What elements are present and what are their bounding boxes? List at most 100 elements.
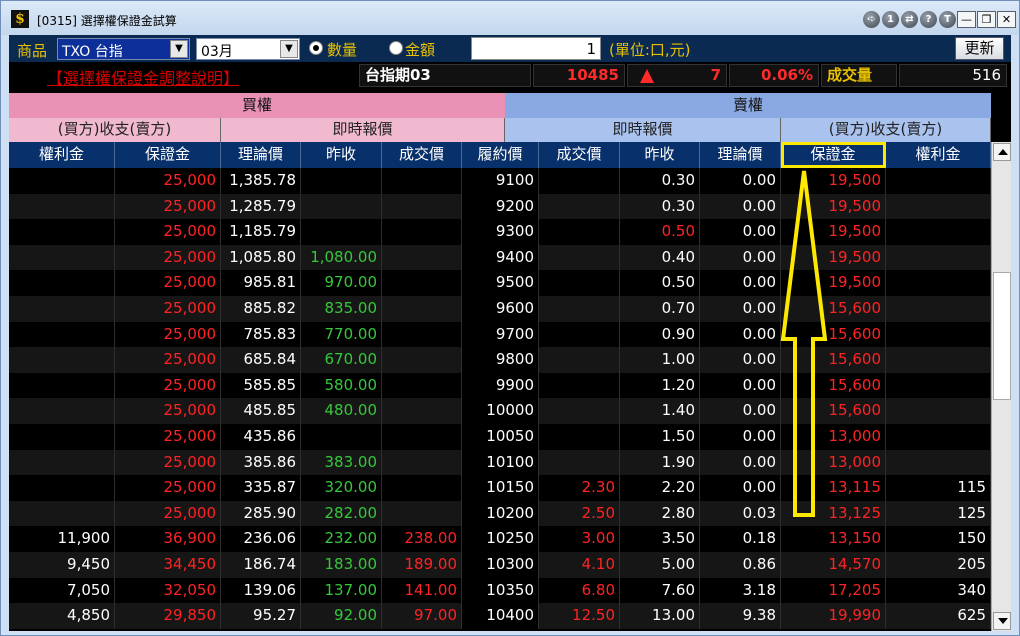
cell-call-margin: 36,900 — [115, 526, 221, 552]
col-header-call-last[interactable]: 成交價 — [382, 142, 462, 168]
cell-strike: 9600 — [462, 296, 539, 322]
cell-call-margin: 25,000 — [115, 321, 221, 348]
col-header-call-margin[interactable]: 保證金 — [115, 142, 221, 168]
cell-put-margin: 15,600 — [781, 398, 886, 424]
cell-put-last — [539, 219, 620, 245]
cell-put-theoretical: 3.18 — [700, 577, 781, 604]
month-select[interactable]: 03月 ▼ — [196, 38, 300, 60]
cell-put-last — [539, 193, 620, 220]
cell-put-prev-close: 0.50 — [620, 270, 700, 296]
table-row[interactable]: 25,000 785.83 770.00 9700 0.90 0.00 15,600 — [9, 321, 991, 348]
unit-label: (單位:口,元) — [609, 41, 691, 59]
cell-call-prev-close: 137.00 — [301, 577, 382, 604]
cell-call-theoretical: 385.86 — [221, 449, 301, 476]
col-header-call-theoretical[interactable]: 理論價 — [221, 142, 301, 168]
cell-strike: 9300 — [462, 219, 539, 245]
table-row[interactable]: 7,050 32,050 139.06 137.00 141.00 10350 6.80 7.… — [9, 577, 991, 604]
col-header-put-theoretical[interactable]: 理論價 — [700, 142, 781, 168]
cell-put-prev-close: 1.50 — [620, 424, 700, 450]
cell-call-theoretical: 885.82 — [221, 296, 301, 322]
cell-put-margin: 13,000 — [781, 449, 886, 476]
cell-call-theoretical: 335.87 — [221, 475, 301, 501]
table-row[interactable]: 25,000 885.82 835.00 9600 0.70 0.00 15,600 — [9, 296, 991, 322]
col-header-call-prev-close[interactable]: 昨收 — [301, 142, 382, 168]
col-header-put-margin[interactable]: 保證金 — [781, 142, 886, 168]
cell-put-theoretical: 0.00 — [700, 372, 781, 399]
table-row[interactable]: 25,000 585.85 580.00 9900 1.20 0.00 15,600 — [9, 372, 991, 399]
vertical-scrollbar[interactable] — [991, 142, 1011, 631]
futures-price: 10485 — [533, 64, 625, 87]
cell-put-prev-close: 0.90 — [620, 321, 700, 348]
col-header-put-prev-close[interactable]: 昨收 — [620, 142, 700, 168]
cell-put-theoretical: 0.18 — [700, 526, 781, 552]
table-row[interactable]: 9,450 34,450 186.74 183.00 189.00 10300 4.10 5.… — [9, 552, 991, 578]
scroll-down-icon[interactable] — [993, 612, 1011, 630]
table-row[interactable]: 4,850 29,850 95.27 92.00 97.00 10400 12.50 13.0… — [9, 603, 991, 629]
cell-call-theoretical: 685.84 — [221, 347, 301, 373]
scroll-up-icon[interactable] — [993, 143, 1011, 161]
window-number-icon[interactable]: 1 — [882, 11, 899, 28]
title-bar[interactable]: $ [0315] 選擇權保證金試算 ➪ 1 ⇄ ? T — ❐ ✕ — [1, 1, 1019, 35]
cell-put-last — [539, 449, 620, 476]
table-row[interactable]: 25,000 485.85 480.00 10000 1.40 0.00 15,600 — [9, 398, 991, 424]
cell-call-premium — [9, 475, 115, 501]
close-button[interactable]: ✕ — [997, 11, 1016, 28]
radio-amount-label[interactable]: 金額 — [405, 39, 435, 60]
cell-call-premium: 7,050 — [9, 577, 115, 604]
margin-notice-link[interactable]: 【選擇權保證金調整說明】 — [47, 65, 239, 89]
cell-call-theoretical: 1,285.79 — [221, 193, 301, 220]
radio-amount[interactable] — [389, 41, 403, 55]
table-row[interactable]: 25,000 335.87 320.00 10150 2.30 2.20 0.00 13,11… — [9, 475, 991, 501]
table-row[interactable]: 25,000 1,085.80 1,080.00 9400 0.40 0.00 19,500 — [9, 244, 991, 271]
table-row[interactable]: 11,900 36,900 236.06 232.00 238.00 10250 3.00 3… — [9, 526, 991, 552]
scroll-thumb[interactable] — [993, 272, 1011, 400]
cell-call-premium — [9, 193, 115, 220]
cell-call-premium — [9, 296, 115, 322]
minimize-button[interactable]: — — [957, 11, 976, 28]
futures-change-cell: 7 — [627, 64, 727, 87]
cell-strike: 10050 — [462, 424, 539, 450]
cell-call-last: 97.00 — [382, 603, 462, 629]
table-row[interactable]: 25,000 1,185.79 9300 0.50 0.00 19,500 — [9, 219, 991, 245]
table-row[interactable]: 25,000 1,385.78 9100 0.30 0.00 19,500 — [9, 168, 991, 194]
quantity-input[interactable]: 1 — [471, 37, 601, 60]
cell-call-last — [382, 219, 462, 245]
col-header-put-premium[interactable]: 權利金 — [886, 142, 991, 168]
table-row[interactable]: 25,000 285.90 282.00 10200 2.50 2.80 0.03 13,12… — [9, 500, 991, 527]
radio-quantity[interactable] — [309, 41, 323, 55]
cell-put-margin: 13,115 — [781, 475, 886, 501]
col-header-strike[interactable]: 履約價 — [462, 142, 539, 168]
cell-call-theoretical: 1,085.80 — [221, 244, 301, 271]
link-icon[interactable]: ➪ — [863, 11, 880, 28]
table-row[interactable]: 25,000 435.86 10050 1.50 0.00 13,000 — [9, 424, 991, 450]
cell-strike: 10100 — [462, 449, 539, 476]
cell-strike: 9400 — [462, 244, 539, 271]
cell-call-prev-close — [301, 219, 382, 245]
table-row[interactable]: 25,000 985.81 970.00 9500 0.50 0.00 19,500 — [9, 270, 991, 296]
radio-quantity-label[interactable]: 數量 — [327, 39, 357, 60]
cell-call-premium — [9, 449, 115, 476]
app-logo-icon: $ — [11, 10, 29, 28]
table-row[interactable]: 25,000 685.84 670.00 9800 1.00 0.00 15,600 — [9, 347, 991, 373]
col-header-call-premium[interactable]: 權利金 — [9, 142, 115, 168]
refresh-button[interactable]: 更新 — [955, 37, 1004, 60]
topmost-icon[interactable]: T — [939, 11, 956, 28]
restore-button[interactable]: ❐ — [977, 11, 996, 28]
sync-icon[interactable]: ⇄ — [901, 11, 918, 28]
cell-put-premium: 625 — [886, 603, 991, 629]
cell-put-prev-close: 2.80 — [620, 500, 700, 527]
cell-call-last — [382, 347, 462, 373]
table-row[interactable]: 25,000 1,285.79 9200 0.30 0.00 19,500 — [9, 193, 991, 220]
cell-put-prev-close: 2.20 — [620, 475, 700, 501]
cell-put-margin: 13,125 — [781, 500, 886, 527]
table-row[interactable]: 25,000 385.86 383.00 10100 1.90 0.00 13,000 — [9, 449, 991, 476]
cell-call-margin: 25,000 — [115, 296, 221, 322]
help-icon[interactable]: ? — [920, 11, 937, 28]
chevron-down-icon[interactable]: ▼ — [170, 40, 188, 58]
cell-put-prev-close: 1.00 — [620, 347, 700, 373]
cell-call-last — [382, 475, 462, 501]
chevron-down-icon[interactable]: ▼ — [280, 40, 298, 58]
col-header-put-last[interactable]: 成交價 — [539, 142, 620, 168]
cell-call-prev-close: 320.00 — [301, 475, 382, 501]
product-select[interactable]: TXO 台指 ▼ — [57, 38, 190, 60]
